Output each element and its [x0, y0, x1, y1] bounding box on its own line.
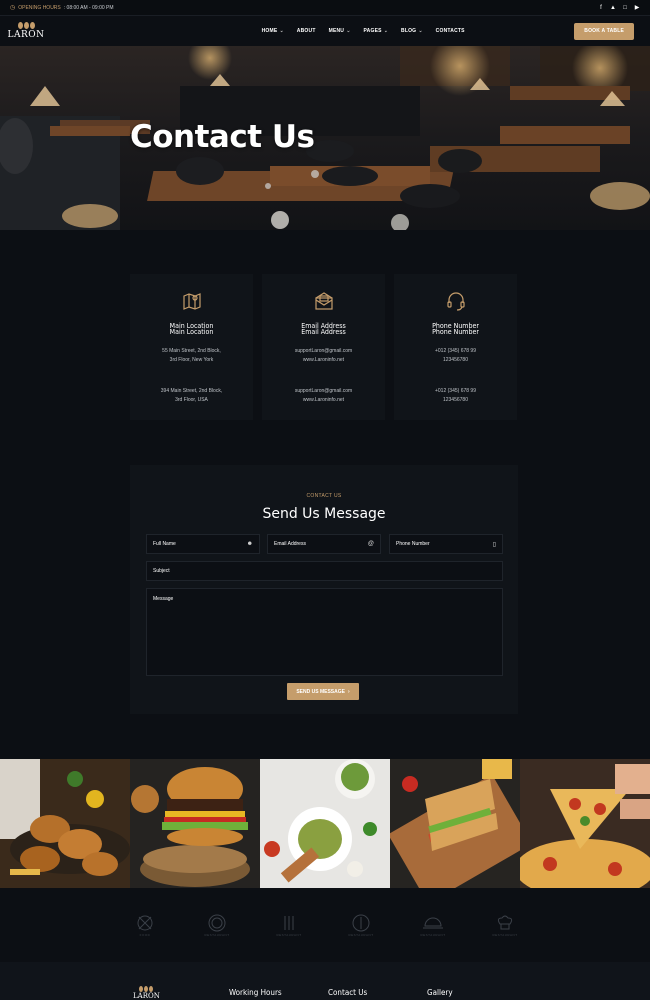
- user-icon: ☻: [246, 541, 253, 547]
- partner-logo: RESTAURANT: [276, 915, 302, 937]
- envelope-icon: [314, 292, 333, 310]
- opening-hours: ◷ OPENING HOURS : 08:00 AM - 09:00 PM: [10, 4, 114, 12]
- hours-value: : 08:00 AM - 09:00 PM: [63, 4, 114, 11]
- site-footer: LARON Working Hours Contact Us Gallery: [0, 962, 650, 1000]
- chevron-down-icon: ⌄: [383, 28, 389, 34]
- footer-heading-hours: Working Hours: [229, 988, 282, 997]
- food-gallery: [0, 759, 650, 888]
- partner-logo: RESTAURANT: [413, 912, 453, 938]
- nav-item-menu[interactable]: MENU ⌄: [329, 28, 351, 34]
- contact-info-cards: Main Location Main Location 55 Main Stree…: [130, 274, 517, 420]
- restaurant-photo: [0, 46, 650, 230]
- hours-label: OPENING HOURS: [18, 4, 61, 11]
- nav-item-pages[interactable]: PAGES ⌄: [364, 28, 389, 34]
- youtube-icon[interactable]: ▶: [634, 5, 640, 11]
- send-message-button[interactable]: SEND US MESSAGE ›: [287, 683, 359, 700]
- card-details: supportLaron@gmail.com www.Laroninfo.net: [294, 348, 353, 363]
- location-card: Main Location Main Location 55 Main Stree…: [130, 274, 253, 420]
- site-logo[interactable]: LARON: [7, 22, 45, 40]
- nav-item-about[interactable]: ABOUT: [297, 28, 316, 34]
- clock-icon: ◷: [10, 5, 16, 11]
- partner-logo: FOOD: [125, 912, 165, 938]
- partner-logo: RESTAURANT: [341, 912, 381, 938]
- nav-item-home[interactable]: HOME ⌄: [262, 28, 284, 34]
- chevron-down-icon: ⌄: [418, 28, 423, 34]
- card-title: Email Address Email Address: [301, 322, 346, 336]
- page-title: Contact Us: [130, 119, 315, 155]
- burger-image[interactable]: [130, 759, 260, 888]
- card-details: 55 Main Street, 2nd Block, 3rd Floor, New…: [162, 348, 221, 363]
- chevron-down-icon: ⌄: [346, 28, 351, 34]
- card-title: Main Location Main Location: [169, 322, 214, 336]
- card-title: Phone Number Phone Number: [432, 322, 479, 336]
- logo-text: LARON: [7, 30, 45, 40]
- partner-logo: RESTAURANT: [485, 912, 525, 938]
- email-field[interactable]: Email Address @: [267, 534, 381, 554]
- nav-item-blog[interactable]: BLOG ⌄: [401, 28, 423, 34]
- card-details: +012 (345) 678 99 123456780: [434, 348, 476, 363]
- facebook-icon[interactable]: f: [598, 5, 604, 11]
- book-table-button[interactable]: BOOK A TABLE: [574, 22, 634, 40]
- full-name-field[interactable]: Full Name ☻: [146, 534, 260, 554]
- nav-item-contacts[interactable]: CONTACTS: [436, 28, 465, 34]
- phone-card: Phone Number Phone Number +012 (345) 678 …: [394, 274, 517, 420]
- instagram-icon[interactable]: □: [622, 5, 628, 11]
- twitter-icon[interactable]: ▲: [610, 5, 616, 11]
- footer-logo-text: LARON: [133, 992, 160, 1000]
- partner-logos: FOOD RESTAURANT RESTAURANT RESTAURANT RE…: [0, 888, 650, 962]
- fried-chicken-image[interactable]: [0, 759, 130, 888]
- card-details: +012 (345) 678 99 123456780: [434, 388, 476, 403]
- headset-icon: [446, 292, 465, 311]
- contact-form: CONTACT US Send Us Message Full Name ☻ E…: [130, 465, 518, 714]
- map-icon: [182, 293, 201, 310]
- email-card: Email Address Email Address supportLaron@…: [262, 274, 385, 420]
- phone-field[interactable]: Phone Number ▯: [389, 534, 503, 554]
- section-kicker: CONTACT US: [306, 493, 342, 499]
- partner-logo: RESTAURANT: [197, 912, 237, 938]
- pasta-bowl-image[interactable]: [260, 759, 390, 888]
- pizza-image[interactable]: [520, 759, 650, 888]
- sandwich-image[interactable]: [390, 759, 520, 888]
- footer-heading-gallery: Gallery: [427, 988, 453, 997]
- main-nav: LARON HOME ⌄ ABOUT MENU ⌄ PAGES ⌄ BLOG ⌄ CON…: [0, 16, 650, 46]
- footer-heading-contact: Contact Us: [328, 988, 368, 997]
- subject-field[interactable]: Subject: [146, 561, 503, 581]
- social-links: f ▲ □ ▶: [598, 5, 640, 12]
- card-details: 394 Main Street, 2nd Block, 3rd Floor, US…: [160, 388, 223, 403]
- mobile-icon: ▯: [492, 541, 496, 548]
- card-details: supportLaron@gmail.com www.Laroninfo.net: [294, 388, 353, 403]
- top-bar: ◷ OPENING HOURS : 08:00 AM - 09:00 PM f …: [0, 0, 650, 16]
- chevron-right-icon: ›: [347, 688, 350, 695]
- coffee-beans-icon: [17, 22, 35, 29]
- message-field[interactable]: Message: [146, 588, 503, 676]
- hero-banner: Contact Us: [0, 46, 650, 230]
- form-title: Send Us Message: [262, 506, 386, 522]
- at-icon: @: [367, 541, 374, 547]
- footer-logo[interactable]: LARON: [133, 986, 160, 1000]
- nav-menu: HOME ⌄ ABOUT MENU ⌄ PAGES ⌄ BLOG ⌄ CONTACTS: [262, 28, 465, 34]
- chevron-down-icon: ⌄: [279, 28, 284, 34]
